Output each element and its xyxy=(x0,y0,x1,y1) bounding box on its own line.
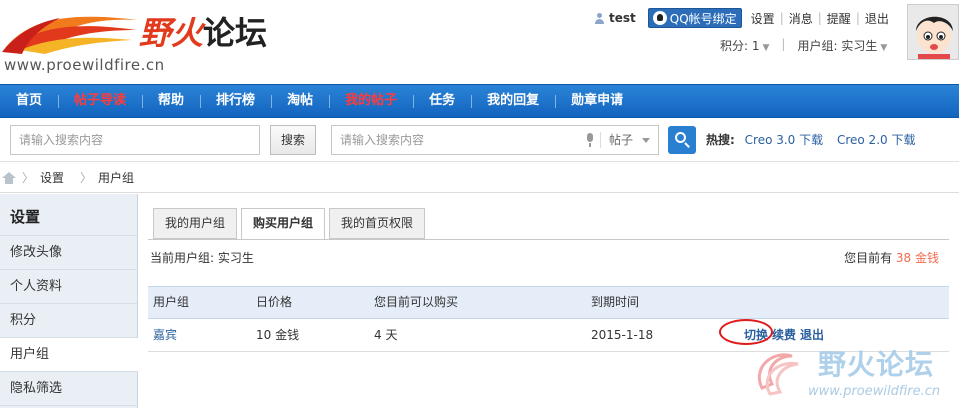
qq-icon xyxy=(652,11,667,25)
username-link[interactable]: test xyxy=(609,11,636,25)
microphone-icon[interactable] xyxy=(586,133,594,147)
chevron-down-icon: ▼ xyxy=(880,43,888,53)
usergroup-menu[interactable]: 用户组: 实习生 ▼ xyxy=(797,37,887,54)
col-header-expire: 到期时间 xyxy=(591,295,640,309)
breadcrumb-item-settings[interactable]: 〉设置 xyxy=(22,163,64,193)
nav-item-my-threads[interactable]: 我的帖子 xyxy=(329,84,413,118)
sidebar-title: 设置 xyxy=(0,194,137,236)
usergroup-label: 用户组: 实习生 xyxy=(797,39,878,53)
row-price: 10 金钱 xyxy=(256,328,300,342)
divider xyxy=(600,132,601,148)
watermark-swirl-icon xyxy=(757,353,799,396)
search-type-select[interactable]: 帖子 xyxy=(609,126,633,154)
hot-search: 热搜: Creo 3.0 下载 Creo 2.0 下载 xyxy=(706,118,925,162)
breadcrumb-usergroup-label: 用户组 xyxy=(98,171,135,185)
usergroup-tabs: 我的用户组 购买用户组 我的首页权限 xyxy=(153,208,429,240)
sidebar-item-points[interactable]: 积分 xyxy=(0,304,137,338)
avatar[interactable] xyxy=(907,4,959,60)
divider: | xyxy=(779,11,784,25)
tab-home-permissions[interactable]: 我的首页权限 xyxy=(329,208,426,239)
balance: 您目前有 38 金钱 xyxy=(844,244,939,272)
logo-url: www.proewildfire.cn xyxy=(4,56,165,74)
avatar-cartoon-icon xyxy=(908,5,958,59)
watermark-title: 野火论坛 xyxy=(818,348,935,381)
points-label: 积分: 1 xyxy=(720,39,760,53)
logo-text-part2: 论坛 xyxy=(203,14,268,52)
breadcrumb-item-usergroup: 〉用户组 xyxy=(80,163,134,193)
row-can-buy: 4 天 xyxy=(374,328,398,342)
flame-icon xyxy=(2,16,138,54)
qq-bind-button[interactable]: QQ帐号绑定 xyxy=(647,8,742,28)
col-header-group: 用户组 xyxy=(153,295,190,309)
user-info-bar: 积分: 1 ▼ | 用户组: 实习生 ▼ xyxy=(720,37,887,54)
table-header: 用户组 日价格 您目前可以购买 到期时间 xyxy=(148,286,949,319)
search-row: 请输入搜索内容 搜索 请输入搜索内容 帖子 热搜: Creo 3.0 下载 Cr… xyxy=(0,118,959,162)
messages-link[interactable]: 消息 xyxy=(789,10,813,27)
sidebar-item-profile[interactable]: 个人资料 xyxy=(0,270,137,304)
main-nav: 首页 帖子导读 帮助 排行榜 淘帖 我的帖子 任务 我的回复 勋章申请 xyxy=(0,84,959,118)
logo-title: 野火论坛 xyxy=(139,8,267,54)
search-input-2-placeholder: 请输入搜索内容 xyxy=(340,133,425,147)
search-input-2[interactable]: 请输入搜索内容 帖子 xyxy=(331,125,659,155)
current-group-bar: 当前用户组: 实习生 您目前有 38 金钱 xyxy=(148,244,949,272)
sidebar-item-usergroup[interactable]: 用户组 xyxy=(0,338,138,372)
search-submit-button[interactable] xyxy=(668,126,696,154)
col-header-can-buy: 您目前可以购买 xyxy=(374,295,459,309)
watermark-url: www.proewildfire.cn xyxy=(808,384,941,399)
nav-item-help[interactable]: 帮助 xyxy=(142,84,200,118)
chevron-down-icon xyxy=(642,138,650,143)
search-icon-handle xyxy=(684,142,690,148)
nav-item-guide[interactable]: 帖子导读 xyxy=(58,84,142,118)
hot-keyword-2[interactable]: Creo 2.0 下载 xyxy=(837,133,916,147)
row-expire: 2015-1-18 xyxy=(591,328,654,342)
nav-item-home[interactable]: 首页 xyxy=(0,84,58,118)
breadcrumb: 〉设置 〉用户组 xyxy=(0,163,959,193)
col-header-price: 日价格 xyxy=(256,295,293,309)
divider: | xyxy=(855,11,860,25)
nav-item-collections[interactable]: 淘帖 xyxy=(271,84,329,118)
home-icon[interactable] xyxy=(2,172,16,184)
tab-buy-usergroup[interactable]: 购买用户组 xyxy=(241,208,326,240)
search-input-1[interactable]: 请输入搜索内容 xyxy=(10,125,260,155)
divider: | xyxy=(781,37,786,51)
current-group-label: 当前用户组: 实习生 xyxy=(150,251,254,265)
logo-text-part1: 野火 xyxy=(139,14,204,52)
settings-sidebar: 设置 修改头像 个人资料 积分 用户组 隐私筛选 xyxy=(0,194,138,408)
points-menu[interactable]: 积分: 1 ▼ xyxy=(720,37,769,54)
nav-item-tasks[interactable]: 任务 xyxy=(413,84,471,118)
hot-keyword-1[interactable]: Creo 3.0 下载 xyxy=(745,133,824,147)
nav-item-ranking[interactable]: 排行榜 xyxy=(200,84,271,118)
header: 野火论坛 www.proewildfire.cn test QQ帐号绑定 设置 … xyxy=(0,0,959,84)
chevron-down-icon: ▼ xyxy=(762,43,770,53)
balance-prefix: 您目前有 xyxy=(844,251,893,265)
settings-link[interactable]: 设置 xyxy=(751,10,775,27)
nav-item-my-replies[interactable]: 我的回复 xyxy=(471,84,555,118)
nav-item-medal[interactable]: 勋章申请 xyxy=(555,84,639,118)
divider: | xyxy=(817,11,822,25)
hot-search-label: 热搜: xyxy=(706,133,735,147)
logout-link[interactable]: 退出 xyxy=(865,10,889,27)
tab-my-usergroup[interactable]: 我的用户组 xyxy=(153,208,238,239)
sidebar-item-avatar[interactable]: 修改头像 xyxy=(0,236,137,270)
site-logo[interactable]: 野火论坛 www.proewildfire.cn xyxy=(0,0,270,80)
chevron-right-icon: 〉 xyxy=(22,171,35,185)
watermark: 野火论坛 www.proewildfire.cn xyxy=(752,340,959,408)
chevron-right-icon: 〉 xyxy=(80,171,93,185)
user-icon xyxy=(594,12,605,24)
notify-link[interactable]: 提醒 xyxy=(827,10,851,27)
user-bar: test QQ帐号绑定 设置 | 消息 | 提醒 | 退出 xyxy=(594,8,889,28)
sidebar-item-privacy[interactable]: 隐私筛选 xyxy=(0,372,137,406)
search-button[interactable]: 搜索 xyxy=(270,125,316,155)
search-icon xyxy=(675,132,686,143)
balance-value: 38 金钱 xyxy=(895,251,939,265)
qq-bind-label: QQ帐号绑定 xyxy=(669,11,737,26)
row-group-name[interactable]: 嘉宾 xyxy=(153,319,177,351)
tab-underline xyxy=(148,239,949,240)
breadcrumb-settings-label: 设置 xyxy=(40,171,65,185)
